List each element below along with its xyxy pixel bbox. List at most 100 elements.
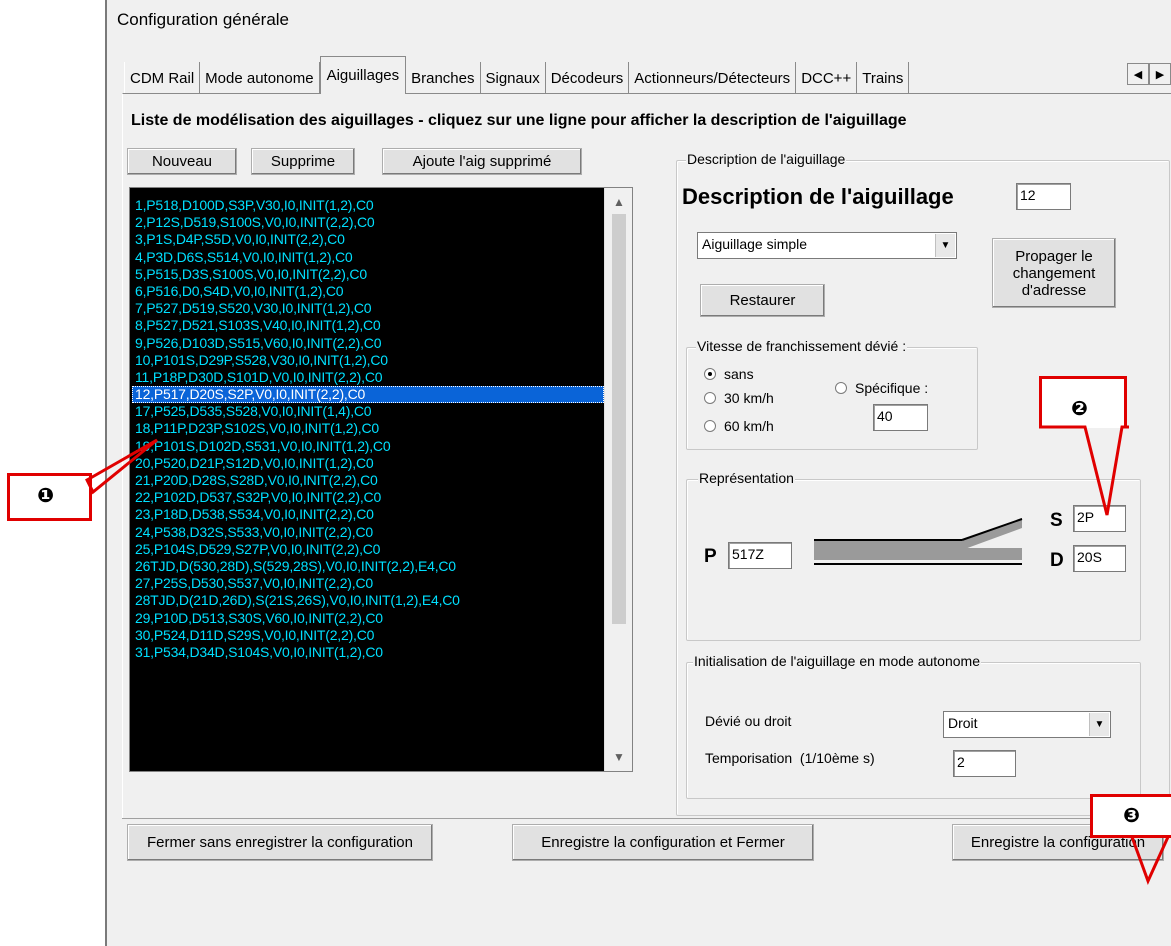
p-field[interactable]: 517Z <box>728 542 792 569</box>
list-heading: Liste de modélisation des aiguillages - … <box>131 112 907 129</box>
tab-scroll-right-icon[interactable]: ▶ <box>1149 63 1171 85</box>
p-letter: P <box>704 546 717 567</box>
turnout-list[interactable]: 1,P518,D100D,S3P,V30,I0,INIT(1,2),C0 2,P1… <box>129 187 633 772</box>
list-item[interactable]: 18,P11P,D23P,S102S,V0,I0,INIT(1,2),C0 <box>132 420 604 437</box>
speed-60-radio[interactable]: 60 km/h <box>704 418 774 434</box>
list-item[interactable]: 23,P18D,D538,S534,V0,I0,INIT(2,2),C0 <box>132 506 604 523</box>
tab-bar: CDM Rail Mode autonome Aiguillages Branc… <box>124 56 910 94</box>
save-close-button[interactable]: Enregistre la configuration et Fermer <box>512 824 814 861</box>
description-group-label: Description de l'aiguillage <box>686 151 847 167</box>
list-item[interactable]: 24,P538,D32S,S533,V0,I0,INIT(2,2),C0 <box>132 524 604 541</box>
pointer-3-shape <box>1130 836 1170 885</box>
list-item[interactable]: 11,P18P,D30D,S101D,V0,I0,INIT(2,2),C0 <box>132 369 604 386</box>
list-scrollbar[interactable]: ▲ ▼ <box>604 188 632 771</box>
turnout-number-field[interactable]: 12 <box>1016 183 1071 210</box>
window-title: Configuration générale <box>117 10 290 29</box>
radio-icon <box>704 420 716 432</box>
tab-scroll: ◀ ▶ <box>1127 63 1171 85</box>
scroll-thumb[interactable] <box>612 214 626 624</box>
straight-track <box>814 548 1022 560</box>
list-item[interactable]: 7,P527,D519,S520,V30,I0,INIT(1,2),C0 <box>132 300 604 317</box>
pointer-2-shape <box>1039 425 1129 516</box>
tab-signaux[interactable]: Signaux <box>480 62 546 94</box>
list-item[interactable]: 19,P101S,D102D,S531,V0,I0,INIT(1,2),C0 <box>132 438 604 455</box>
list-item[interactable]: 20,P520,D21P,S12D,V0,I0,INIT(1,2),C0 <box>132 455 604 472</box>
turnout-type-value: Aiguillage simple <box>702 236 808 252</box>
d-letter: D <box>1050 550 1064 571</box>
scroll-down-icon[interactable]: ▼ <box>605 747 633 767</box>
turnout-diagram <box>814 518 1023 565</box>
tab-dcc[interactable]: DCC++ <box>796 62 858 94</box>
speed-specific-field[interactable]: 40 <box>873 404 928 431</box>
tab-scroll-left-icon[interactable]: ◀ <box>1127 63 1149 85</box>
list-item[interactable]: 25,P104S,D529,S27P,V0,I0,INIT(2,2),C0 <box>132 541 604 558</box>
delay-label: Temporisation (1/10ème s) <box>705 750 875 766</box>
tab-cdm-rail[interactable]: CDM Rail <box>124 62 201 94</box>
list-item[interactable]: 1,P518,D100D,S3P,V30,I0,INIT(1,2),C0 <box>132 197 604 214</box>
tab-actionneurs[interactable]: Actionneurs/Détecteurs <box>629 62 797 94</box>
scroll-up-icon[interactable]: ▲ <box>605 192 633 212</box>
restore-button[interactable]: Restaurer <box>700 284 825 317</box>
tab-aiguillages[interactable]: Aiguillages <box>319 56 407 94</box>
tab-trains[interactable]: Trains <box>857 62 910 94</box>
list-item[interactable]: 28TJD,D(21D,26D),S(21S,26S),V0,I0,INIT(1… <box>132 592 604 609</box>
delete-button[interactable]: Supprime <box>251 148 355 175</box>
list-item[interactable]: 21,P20D,D28S,S28D,V0,I0,INIT(2,2),C0 <box>132 472 604 489</box>
delay-field[interactable]: 2 <box>953 750 1016 777</box>
list-item[interactable]: 26TJD,D(530,28D),S(529,28S),V0,I0,INIT(2… <box>132 558 604 575</box>
turnout-type-select[interactable]: Aiguillage simple ▼ <box>697 232 957 259</box>
propagate-button[interactable]: Propager le changement d'adresse <box>992 238 1116 308</box>
list-item[interactable]: 9,P526,D103D,S515,V60,I0,INIT(2,2),C0 <box>132 335 604 352</box>
list-item[interactable]: 8,P527,D521,S103S,V40,I0,INIT(1,2),C0 <box>132 317 604 334</box>
list-item[interactable]: 27,P25S,D530,S537,V0,I0,INIT(2,2),C0 <box>132 575 604 592</box>
speed-none-radio[interactable]: sans <box>704 366 754 382</box>
list-item[interactable]: 3,P1S,D4P,S5D,V0,I0,INIT(2,2),C0 <box>132 231 604 248</box>
speed-specific-label: Spécifique : <box>855 380 929 396</box>
list-item[interactable]: 31,P534,D34D,S104S,V0,I0,INIT(1,2),C0 <box>132 644 604 661</box>
tab-mode-autonome[interactable]: Mode autonome <box>200 62 320 94</box>
speed-60-label: 60 km/h <box>724 418 774 434</box>
annotation-pointer-3 <box>1130 836 1170 885</box>
radio-checked-icon <box>704 368 716 380</box>
close-no-save-button[interactable]: Fermer sans enregistrer la configuration <box>127 824 433 861</box>
chevron-down-icon: ▼ <box>1089 713 1109 736</box>
annotation-pointer-2 <box>1039 425 1129 516</box>
speed-30-radio[interactable]: 30 km/h <box>704 390 774 406</box>
list-item[interactable]: 12,P517,D20S,S2P,V0,I0,INIT(2,2),C0 <box>132 386 604 404</box>
list-item[interactable]: 5,P515,D3S,S100S,V0,I0,INIT(2,2),C0 <box>132 266 604 283</box>
footer-separator <box>122 818 1171 819</box>
annotation-marker-2: ❷ <box>1071 398 1088 420</box>
speed-specific-radio[interactable]: Spécifique : <box>835 380 928 396</box>
annotation-marker-3: ❸ <box>1123 805 1140 827</box>
add-deleted-button[interactable]: Ajoute l'aig supprimé <box>382 148 582 175</box>
init-group-label: Initialisation de l'aiguillage en mode a… <box>693 653 981 669</box>
list-item[interactable]: 6,P516,D0,S4D,V0,I0,INIT(1,2),C0 <box>132 283 604 300</box>
deviated-select[interactable]: Droit ▼ <box>943 711 1111 738</box>
tab-decodeurs[interactable]: Décodeurs <box>545 62 630 94</box>
speed-group-label: Vitesse de franchissement dévié : <box>696 338 908 354</box>
list-item[interactable]: 10,P101S,D29P,S528,V30,I0,INIT(1,2),C0 <box>132 352 604 369</box>
list-item[interactable]: 22,P102D,D537,S32P,V0,I0,INIT(2,2),C0 <box>132 489 604 506</box>
list-item[interactable]: 30,P524,D11D,S29S,V0,I0,INIT(2,2),C0 <box>132 627 604 644</box>
pointer-1-shape <box>85 438 158 495</box>
d-field[interactable]: 20S <box>1073 545 1126 572</box>
tab-branches[interactable]: Branches <box>406 62 481 94</box>
list-item[interactable]: 29,P10D,D513,S30S,V60,I0,INIT(2,2),C0 <box>132 610 604 627</box>
radio-icon <box>835 382 847 394</box>
chevron-down-icon: ▼ <box>935 234 955 257</box>
deviated-value: Droit <box>948 715 978 731</box>
list-item[interactable]: 17,P525,D535,S528,V0,I0,INIT(1,4),C0 <box>132 403 604 420</box>
turnout-lines: 1,P518,D100D,S3P,V30,I0,INIT(1,2),C0 2,P1… <box>132 197 604 661</box>
list-item[interactable]: 2,P12S,D519,S100S,V0,I0,INIT(2,2),C0 <box>132 214 604 231</box>
speed-none-label: sans <box>724 366 754 382</box>
annotation-pointer-1 <box>85 438 158 495</box>
annotation-marker-1: ❶ <box>37 485 54 507</box>
deviated-label: Dévié ou droit <box>705 713 792 729</box>
description-title: Description de l'aiguillage <box>682 184 954 209</box>
speed-30-label: 30 km/h <box>724 390 774 406</box>
representation-label: Représentation <box>698 470 795 486</box>
diverging-track <box>814 518 1022 550</box>
list-item[interactable]: 4,P3D,D6S,S514,V0,I0,INIT(1,2),C0 <box>132 249 604 266</box>
new-button[interactable]: Nouveau <box>127 148 237 175</box>
radio-icon <box>704 392 716 404</box>
